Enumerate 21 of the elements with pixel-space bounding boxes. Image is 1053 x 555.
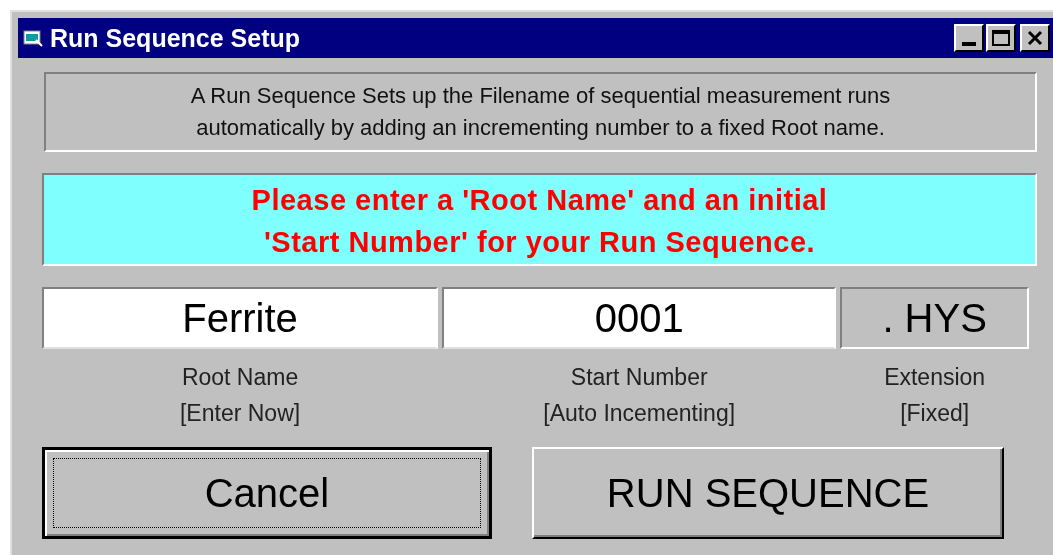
description-text: A Run Sequence Sets up the Filename of sequential measurement runs automatically by adding an incrementing number to a fixed Root name. bbox=[44, 72, 1037, 152]
field-label: Extension bbox=[884, 363, 986, 392]
minimize-icon bbox=[962, 42, 976, 46]
field-hint: [Enter Now] bbox=[180, 399, 301, 428]
minimize-button[interactable] bbox=[954, 24, 984, 52]
input-field[interactable]: Ferrite bbox=[42, 287, 439, 349]
field-hint: [Auto Incementing] bbox=[543, 399, 736, 428]
dialog-button[interactable]: Cancel bbox=[42, 447, 492, 539]
extension-field: . HYS bbox=[840, 287, 1029, 349]
maximize-icon bbox=[992, 30, 1010, 46]
field-label: Root Name bbox=[181, 363, 299, 392]
dialog-button[interactable]: RUN SEQUENCE bbox=[532, 447, 1004, 539]
maximize-button[interactable] bbox=[986, 24, 1016, 52]
field-label: Start Number bbox=[570, 363, 708, 392]
close-button[interactable] bbox=[1020, 24, 1050, 52]
close-icon bbox=[1027, 30, 1043, 46]
window-icon bbox=[22, 28, 44, 48]
input-field[interactable]: 0001 bbox=[442, 287, 837, 349]
prompt-banner: Please enter a 'Root Name' and an initial 'Start Number' for your Run Sequence. bbox=[42, 173, 1037, 266]
field-hint: [Fixed] bbox=[900, 399, 970, 428]
window-title: Run Sequence Setup bbox=[50, 25, 301, 51]
